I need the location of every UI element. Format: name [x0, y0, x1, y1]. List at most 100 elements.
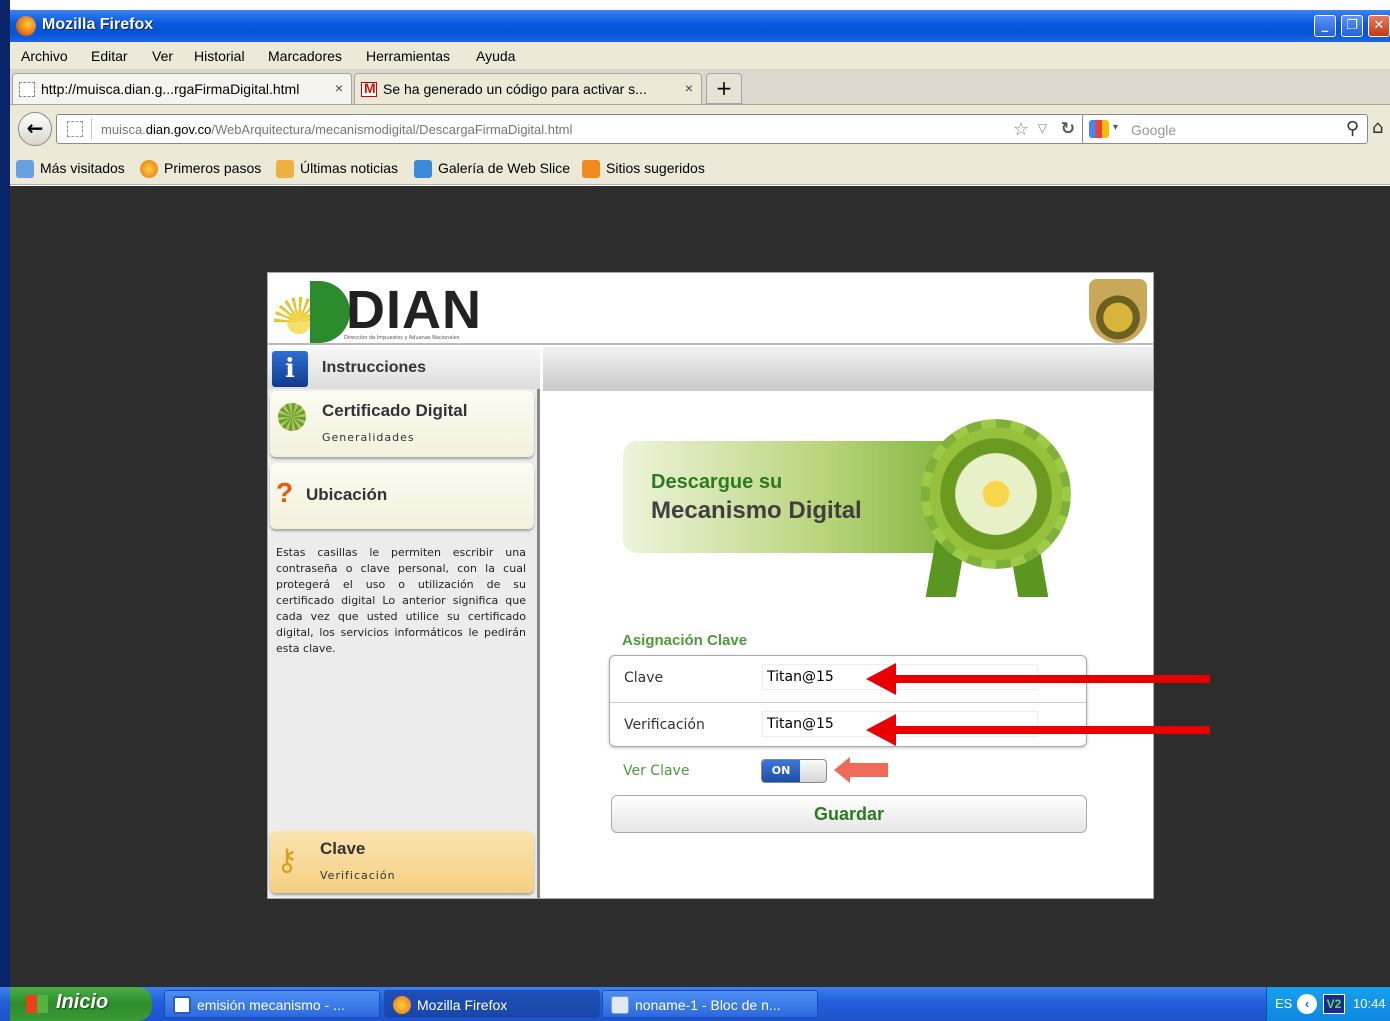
clave-label: Clave — [624, 670, 664, 686]
sidebar-item-ubicacion[interactable]: ? Ubicación — [270, 463, 534, 529]
red-arrow-clave — [866, 663, 1210, 695]
menu-bar: Archivo Editar Ver Historial Marcadores … — [10, 42, 1390, 70]
banner-line2: Mecanismo Digital — [651, 497, 862, 524]
red-arrow-toggle — [834, 757, 888, 783]
ver-clave-toggle[interactable]: ON — [761, 759, 827, 783]
certificate-badge-icon — [278, 403, 306, 431]
window-title-bar: Mozilla Firefox _ ❐ ✕ — [10, 10, 1390, 42]
banner-line1: Descargue su — [651, 471, 783, 493]
word-icon — [173, 996, 191, 1014]
colombia-coat-of-arms-icon — [1089, 279, 1147, 343]
tab-bar: http://muisca.dian.g...rgaFirmaDigital.h… — [10, 70, 1390, 105]
ver-clave-label: Ver Clave — [623, 763, 690, 779]
suggested-sites-icon — [582, 160, 600, 178]
bookmark-galeria-web-slice[interactable]: Galería de Web Slice — [414, 160, 570, 178]
notepad-icon — [611, 996, 629, 1014]
navigation-bar: ← muisca.dian.gov.co/WebArquitectura/mec… — [10, 105, 1390, 153]
search-icon[interactable]: ⚲ — [1346, 118, 1359, 139]
instructions-description: Estas casillas le permiten escribir una … — [276, 546, 526, 655]
ubicacion-title: Ubicación — [306, 485, 388, 504]
url-bar[interactable]: muisca.dian.gov.co/WebArquitectura/mecan… — [56, 114, 1086, 144]
dian-logo-text: DIAN — [346, 280, 482, 340]
info-icon: i — [272, 351, 308, 387]
download-banner: Descargue su Mecanismo Digital — [623, 441, 963, 553]
web-slice-icon — [414, 160, 432, 178]
tab-close-icon[interactable]: × — [335, 80, 343, 96]
taskbar-item-notepad[interactable]: noname-1 - Bloc de n... — [602, 990, 818, 1018]
bookmark-primeros-pasos[interactable]: Primeros pasos — [140, 160, 261, 178]
verificacion-row: Verificación Titan@15 — [610, 702, 1086, 748]
sidebar-item-certificado[interactable]: Certificado Digital Generalidades — [270, 391, 534, 457]
tab-label: http://muisca.dian.g...rgaFirmaDigital.h… — [41, 81, 300, 97]
bookmark-mas-visitados[interactable]: Más visitados — [16, 160, 125, 178]
guardar-button[interactable]: Guardar — [611, 795, 1087, 833]
minimize-button[interactable]: _ — [1314, 15, 1336, 37]
home-icon[interactable]: ⌂ — [1372, 117, 1383, 138]
red-arrow-verificacion — [866, 714, 1210, 746]
dian-header: DIAN Dirección de Impuestos y Aduanas Na… — [268, 273, 1153, 345]
clock: 10:44 — [1353, 996, 1386, 1011]
tab-dian[interactable]: http://muisca.dian.g...rgaFirmaDigital.h… — [12, 73, 352, 104]
bookmark-star-icon[interactable]: ☆ — [1013, 119, 1029, 140]
search-placeholder: Google — [1131, 122, 1177, 138]
close-window-button[interactable]: ✕ — [1368, 15, 1390, 37]
menu-ayuda[interactable]: Ayuda — [476, 48, 515, 64]
sidebar: i Instrucciones Certificado Digital Gene… — [268, 347, 540, 898]
search-box[interactable]: ▾ Google ⚲ — [1082, 114, 1368, 144]
taskbar: Inicio emisión mecanismo - ... Mozilla F… — [0, 987, 1390, 1021]
menu-ver[interactable]: Ver — [152, 48, 173, 64]
restore-button[interactable]: ❐ — [1341, 15, 1363, 37]
tab-gmail[interactable]: Se ha generado un código para activar s.… — [354, 73, 702, 104]
menu-historial[interactable]: Historial — [194, 48, 245, 64]
most-visited-icon — [16, 160, 34, 178]
v2-tray-icon[interactable]: V2 — [1323, 994, 1345, 1014]
url-separator — [91, 118, 92, 140]
tab-close-icon[interactable]: × — [685, 80, 693, 96]
section-label: Asignación Clave — [622, 632, 748, 649]
firefox-icon — [16, 16, 36, 36]
new-tab-button[interactable]: + — [706, 73, 742, 104]
menu-marcadores[interactable]: Marcadores — [268, 48, 342, 64]
url-text[interactable]: muisca.dian.gov.co/WebArquitectura/mecan… — [101, 122, 572, 137]
certificado-title: Certificado Digital — [322, 401, 468, 420]
site-identity-icon[interactable] — [67, 121, 83, 137]
dian-logo-subtitle: Dirección de Impuestos y Aduanas Naciona… — [344, 335, 460, 341]
menu-herramientas[interactable]: Herramientas — [366, 48, 450, 64]
google-icon[interactable] — [1089, 120, 1109, 138]
clave-subtitle: Verificación — [320, 869, 396, 882]
gmail-icon — [361, 80, 377, 97]
firefox-icon — [140, 160, 158, 178]
reload-icon[interactable]: ↻ — [1061, 119, 1075, 139]
bookmark-ultimas-noticias[interactable]: Últimas noticias — [276, 160, 398, 178]
window-title: Mozilla Firefox — [42, 16, 154, 33]
menu-archivo[interactable]: Archivo — [21, 48, 68, 64]
history-dropdown-icon[interactable]: ▽ — [1038, 121, 1047, 135]
question-icon: ? — [276, 477, 294, 508]
dian-panel: DIAN Dirección de Impuestos y Aduanas Na… — [267, 272, 1154, 899]
page-icon — [19, 82, 35, 97]
back-button[interactable]: ← — [18, 112, 52, 146]
instructions-label: Instrucciones — [322, 359, 427, 376]
tray-expand-icon[interactable]: ‹ — [1297, 994, 1317, 1014]
menu-editar[interactable]: Editar — [91, 48, 128, 64]
windows-logo-icon — [26, 995, 48, 1013]
taskbar-item-firefox[interactable]: Mozilla Firefox — [384, 990, 600, 1018]
tab-label: Se ha generado un código para activar s.… — [383, 81, 647, 97]
taskbar-item-word[interactable]: emisión mecanismo - ... — [164, 990, 380, 1018]
toggle-state: ON — [762, 760, 800, 782]
language-indicator[interactable]: ES — [1275, 996, 1292, 1011]
dian-arc-icon — [310, 281, 350, 343]
key-icon: ⚷ — [276, 843, 298, 878]
start-button[interactable]: Inicio — [10, 987, 152, 1021]
sidebar-item-clave[interactable]: ⚷ Clave Verificación — [270, 831, 534, 893]
rss-feed-icon — [276, 160, 294, 178]
verificacion-label: Verificación — [624, 717, 705, 733]
desktop-edge — [0, 0, 10, 1021]
green-seal-icon — [921, 419, 1071, 569]
main-header-bar — [543, 347, 1153, 391]
bookmark-sitios-sugeridos[interactable]: Sitios sugeridos — [582, 160, 705, 178]
firefox-icon — [393, 996, 411, 1014]
search-engine-dropdown-icon[interactable]: ▾ — [1113, 122, 1118, 133]
instructions-header: i Instrucciones — [268, 347, 540, 389]
main-content: Descargue su Mecanismo Digital Asignació… — [543, 347, 1153, 898]
